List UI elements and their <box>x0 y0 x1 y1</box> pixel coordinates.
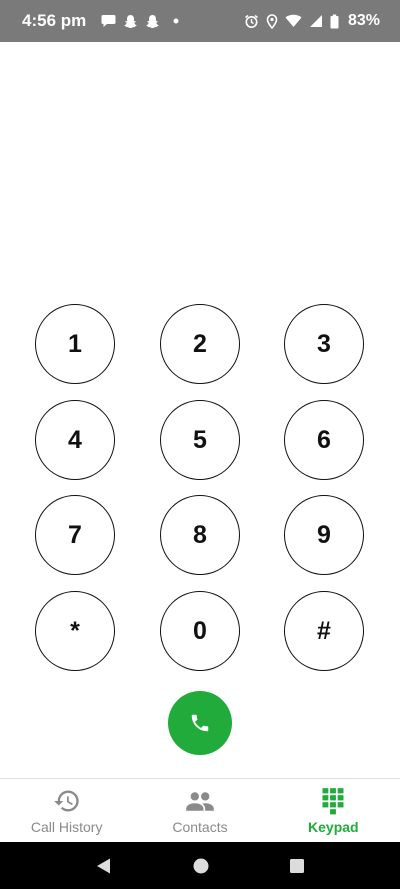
back-icon[interactable] <box>95 857 113 875</box>
chat-bubble-icon <box>101 14 116 28</box>
key-0[interactable]: 0 <box>160 591 240 671</box>
nav-label-keypad: Keypad <box>308 819 359 835</box>
status-left: 4:56 pm <box>22 11 179 31</box>
key-7[interactable]: 7 <box>35 495 115 575</box>
nav-keypad[interactable]: Keypad <box>267 779 400 842</box>
keypad: 1 2 3 4 5 6 7 8 9 * 0 # <box>0 0 400 889</box>
nav-contacts[interactable]: Contacts <box>133 779 266 842</box>
dot-icon <box>173 18 179 24</box>
location-icon <box>266 13 278 29</box>
key-1[interactable]: 1 <box>35 304 115 384</box>
key-5[interactable]: 5 <box>160 400 240 480</box>
snapchat-icon <box>145 14 160 29</box>
nav-label-call-history: Call History <box>30 819 103 835</box>
phone-icon <box>189 712 211 734</box>
key-6[interactable]: 6 <box>284 400 364 480</box>
battery-icon <box>330 14 339 29</box>
home-icon[interactable] <box>192 857 210 875</box>
battery-percent: 83% <box>347 12 380 29</box>
key-hash[interactable]: # <box>284 591 364 671</box>
nav-label-contacts: Contacts <box>172 819 228 835</box>
key-star[interactable]: * <box>35 591 115 671</box>
bottom-nav: Call History Contacts Keypad <box>0 778 400 842</box>
history-icon <box>53 787 81 815</box>
status-right: 83% <box>244 12 380 30</box>
key-2[interactable]: 2 <box>160 304 240 384</box>
status-time: 4:56 pm <box>22 11 87 30</box>
key-3[interactable]: 3 <box>284 304 364 384</box>
keypad-grid-icon <box>321 787 345 815</box>
signal-icon <box>309 14 323 28</box>
contacts-icon <box>185 787 215 815</box>
status-bar: 4:56 pm 83% <box>0 0 400 42</box>
key-8[interactable]: 8 <box>160 495 240 575</box>
recents-icon[interactable] <box>289 858 305 874</box>
wifi-icon <box>285 14 302 28</box>
key-4[interactable]: 4 <box>35 400 115 480</box>
alarm-icon <box>244 14 259 29</box>
system-nav-bar <box>0 842 400 889</box>
key-9[interactable]: 9 <box>284 495 364 575</box>
call-button[interactable] <box>168 691 232 755</box>
snapchat-icon <box>123 14 138 29</box>
nav-call-history[interactable]: Call History <box>0 779 133 842</box>
